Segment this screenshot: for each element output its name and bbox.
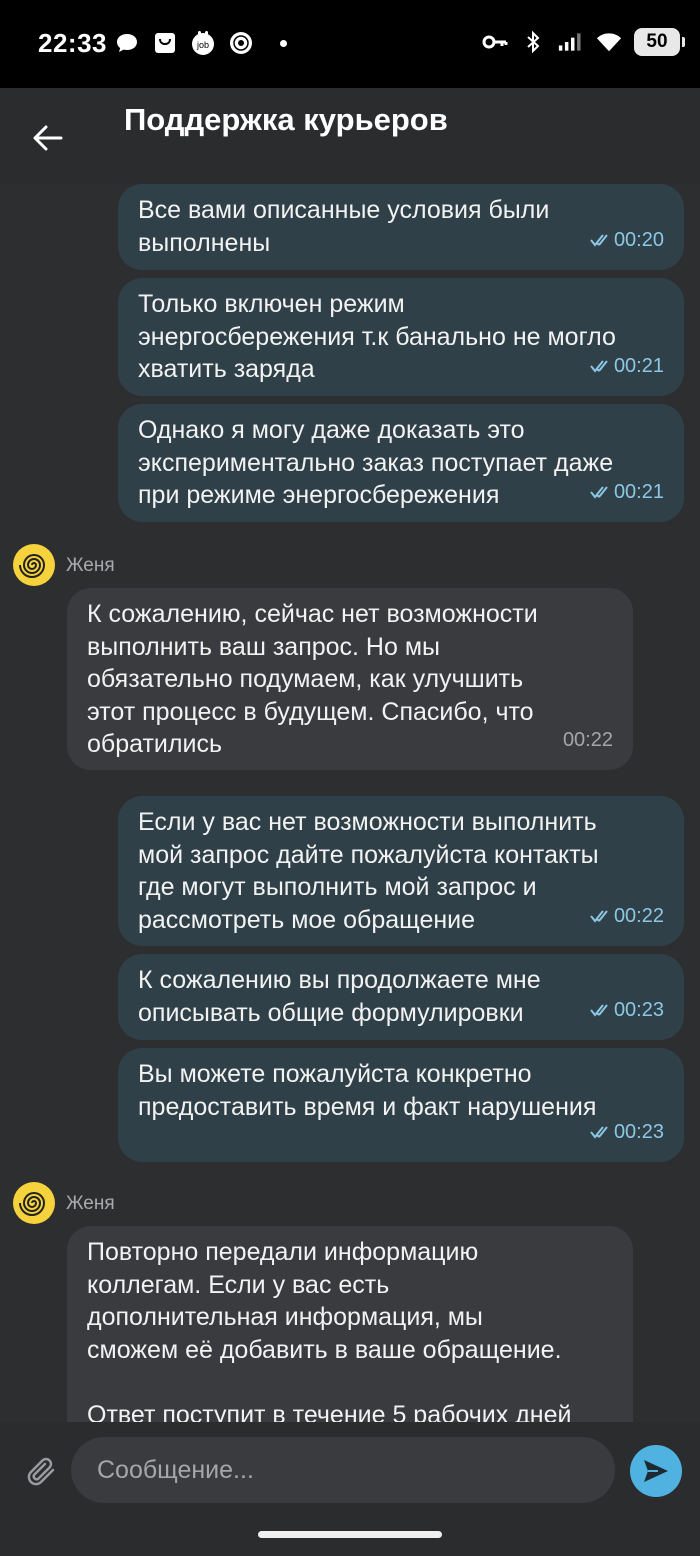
job-app-icon: job [190,30,216,56]
arrow-left-icon [33,125,63,151]
message-text: Вы можете пожалуйста конкретно предостав… [138,1060,597,1121]
attach-button[interactable] [22,1450,62,1494]
sender-name: Женя [66,1193,115,1214]
message-meta: 00:23 [590,1116,664,1149]
message-composer [0,1422,700,1556]
message-meta: 00:23 [590,994,664,1027]
message-text: Если у вас нет возможности выполнить мой… [138,808,599,934]
message-text: Однако я могу даже доказать это эксперим… [138,416,614,509]
message-bubble-incoming[interactable]: Повторно передали информацию коллегам. Е… [67,1226,633,1422]
chat-title: Поддержка курьеров [124,102,448,137]
message-text: К сожалению вы продолжаете мне описывать… [138,966,541,1027]
wifi-icon [596,29,622,55]
message-meta: 00:21 [590,350,664,383]
message-text: Повторно передали информацию коллегам. Е… [87,1238,572,1422]
message-time: 00:20 [613,228,664,251]
message-bubble-incoming[interactable]: К сожалению, сейчас нет возможности выпо… [67,588,633,770]
bluetooth-icon [520,29,546,55]
paperclip-icon [27,1457,55,1486]
send-icon [644,1460,668,1482]
shopping-bag-icon [152,30,178,56]
more-notifications-dot [280,39,287,47]
message-meta: 00:21 [590,476,664,509]
message-input[interactable] [71,1437,615,1503]
message-meta: 00:20 [590,224,664,257]
status-time: 22:33 [38,28,107,58]
shield-app-icon [228,30,254,56]
message-bubble-outgoing[interactable]: Все вами описанные условия были выполнен… [118,184,684,270]
message-list[interactable]: Все вами описанные условия были выполнен… [0,184,700,1422]
double-check-icon [590,1126,608,1139]
message-meta: 00:22 [590,900,664,933]
message-text: Все вами описанные условия были выполнен… [138,196,550,257]
double-check-icon [590,360,608,373]
double-check-icon [590,486,608,499]
double-check-icon [590,910,608,923]
sender-name: Женя [66,555,115,576]
home-indicator [258,1531,442,1538]
status-bar: 22:33 job 50 [0,0,700,88]
status-notification-icons: job [114,30,287,56]
chat-header: Поддержка курьеров [0,88,700,184]
avatar[interactable] [13,1182,55,1224]
message-text: К сожалению, сейчас нет возможности выпо… [87,600,538,758]
spiral-logo-icon [19,1192,46,1216]
double-check-icon [590,234,608,247]
double-check-icon [590,1004,608,1017]
message-bubble-outgoing[interactable]: К сожалению вы продолжаете мне описывать… [118,954,684,1040]
send-button[interactable] [630,1445,682,1497]
avatar[interactable] [13,544,55,586]
chat-bubble-icon [114,30,140,56]
message-bubble-outgoing[interactable]: Только включен режим энергосбережения т.… [118,278,684,396]
message-bubble-outgoing[interactable]: Если у вас нет возможности выполнить мой… [118,796,684,946]
message-text: Только включен режим энергосбережения т.… [138,290,616,383]
message-bubble-outgoing[interactable]: Вы можете пожалуйста конкретно предостав… [118,1048,684,1162]
signal-icon [558,29,584,55]
battery-indicator: 50 [634,28,685,56]
svg-text:job: job [196,40,209,50]
message-time: 00:21 [613,480,664,503]
message-time: 00:22 [562,728,613,751]
message-meta: 00:22 [563,724,613,757]
spiral-logo-icon [19,554,46,578]
message-time: 00:21 [613,354,664,377]
message-bubble-outgoing[interactable]: Однако я могу даже доказать это эксперим… [118,404,684,522]
back-button[interactable] [26,116,70,160]
message-time: 00:23 [613,998,664,1021]
key-icon [482,29,508,55]
message-time: 00:22 [613,904,664,927]
status-system-icons: 50 [482,28,685,56]
message-time: 00:23 [613,1120,664,1143]
